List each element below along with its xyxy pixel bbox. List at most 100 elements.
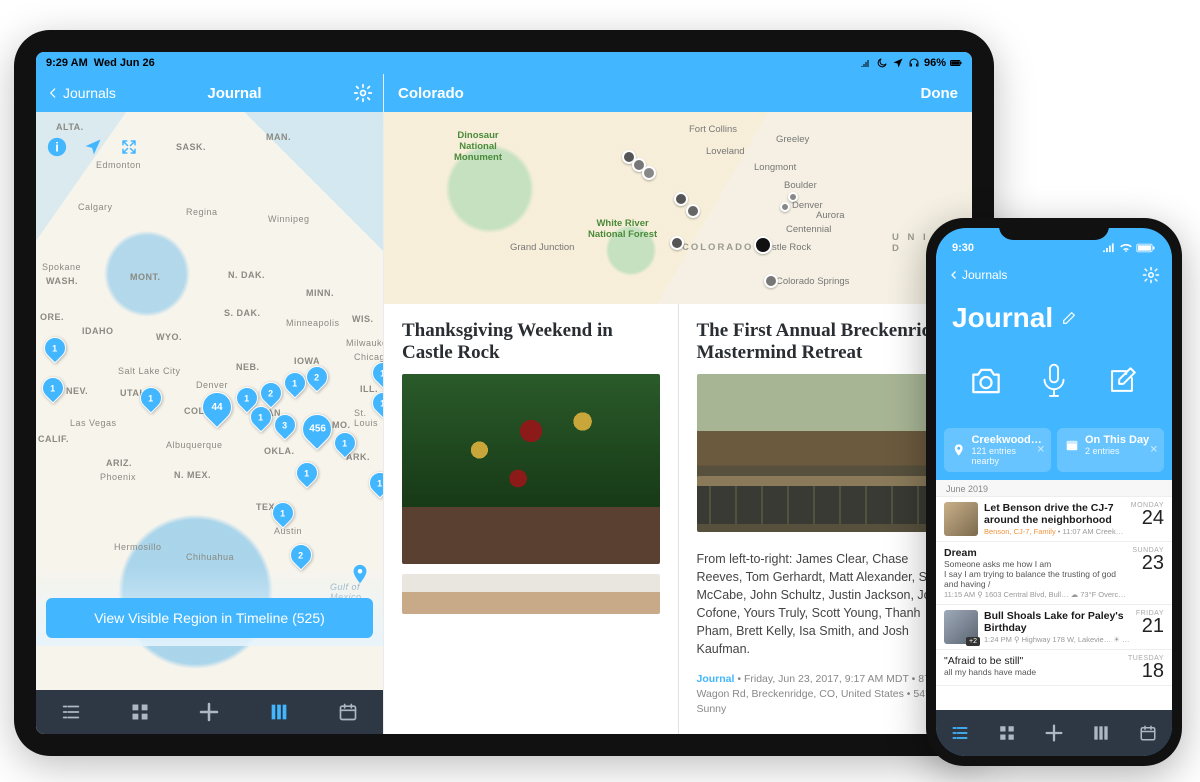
map-marker[interactable] — [780, 202, 790, 212]
map-label: Edmonton — [96, 160, 141, 170]
calendar-icon — [1065, 438, 1079, 452]
done-button[interactable]: Done — [921, 85, 959, 102]
map-marker[interactable] — [674, 192, 688, 206]
tab-map-icon[interactable] — [1089, 721, 1113, 745]
tab-grid-icon[interactable] — [126, 698, 154, 726]
map-pin[interactable]: 1 — [37, 372, 68, 403]
map-label: IDAHO — [82, 326, 114, 336]
chip-subtitle: 121 entries nearby — [971, 446, 1043, 466]
status-time: 9:30 — [952, 242, 974, 254]
entry-cards: Thanksgiving Weekend in Castle Rock The … — [384, 304, 972, 734]
gear-icon[interactable] — [1142, 266, 1160, 284]
map-label: ALTA. — [56, 122, 84, 132]
compose-button[interactable] — [1099, 358, 1145, 404]
entry-meta: Benson, CJ-7, Family • 11:07 AM Creekwoo… — [984, 527, 1125, 536]
map-pin[interactable]: 2 — [301, 361, 332, 392]
map-label: ORE. — [40, 312, 64, 322]
map-label: Minneapolis — [286, 318, 340, 328]
journal-link[interactable]: Journal — [697, 673, 735, 685]
tab-grid-icon[interactable] — [995, 721, 1019, 745]
quick-actions — [936, 340, 1172, 428]
map-pin[interactable]: 1 — [364, 467, 383, 498]
entry-card[interactable]: Thanksgiving Weekend in Castle Rock — [384, 304, 679, 734]
map-right[interactable]: Dinosaur National Monument White River N… — [384, 112, 972, 304]
location-arrow-icon[interactable] — [80, 134, 106, 160]
map-label: Spokane — [42, 262, 81, 272]
map-pin[interactable]: 1 — [39, 332, 70, 363]
info-icon[interactable]: i — [44, 134, 70, 160]
microphone-button[interactable] — [1031, 358, 1077, 404]
map-label: Milwaukee — [346, 338, 383, 348]
chip-nearby[interactable]: Creekwood…121 entries nearby ✕ — [944, 428, 1051, 472]
map-pin[interactable]: 1 — [291, 457, 322, 488]
entry-daynum: 24 — [1131, 509, 1164, 527]
map-pin[interactable]: 44 — [196, 386, 238, 428]
map-label: Aurora — [816, 210, 845, 221]
entry-photo — [402, 574, 660, 614]
tab-list-icon[interactable] — [57, 698, 85, 726]
back-label: Journals — [63, 85, 116, 101]
view-region-label: View Visible Region in Timeline (525) — [94, 610, 325, 626]
map-pin[interactable]: 2 — [255, 377, 286, 408]
feed-entry[interactable]: Let Benson drive the CJ-7 around the nei… — [936, 497, 1172, 542]
iphone-nav-bar: Journals — [936, 262, 1172, 288]
entry-body: From left-to-right: James Clear, Chase R… — [697, 550, 955, 659]
map-label: Dinosaur National Monument — [454, 130, 502, 163]
map-label: N. MEX. — [174, 470, 211, 480]
map-marker[interactable] — [788, 192, 798, 202]
feed-entry[interactable]: Bull Shoals Lake for Paley's Birthday 1:… — [936, 605, 1172, 650]
chip-title: Creekwood… — [971, 434, 1043, 446]
map-label: NEB. — [236, 362, 260, 372]
expand-icon[interactable] — [116, 134, 142, 160]
entry-daynum: 23 — [1132, 554, 1164, 572]
back-button[interactable]: Journals — [46, 85, 116, 101]
status-date: Wed Jun 26 — [94, 57, 155, 69]
tab-map-icon[interactable] — [265, 698, 293, 726]
map-marker[interactable] — [670, 236, 684, 250]
map-marker[interactable] — [686, 204, 700, 218]
feed-entry[interactable]: Dream Someone asks me how I am I say I a… — [936, 542, 1172, 605]
entry-title: "Afraid to be still" — [944, 655, 1122, 667]
back-label: Journals — [962, 268, 1007, 282]
tab-add-icon[interactable] — [195, 698, 223, 726]
map-label: Boulder — [784, 180, 817, 191]
battery-percent: 96% — [924, 57, 946, 69]
tab-calendar-icon[interactable] — [1136, 721, 1160, 745]
map-marker[interactable] — [754, 236, 772, 254]
close-icon[interactable]: ✕ — [1150, 445, 1158, 456]
close-icon[interactable]: ✕ — [1037, 445, 1045, 456]
tab-list-icon[interactable] — [948, 721, 972, 745]
tab-calendar-icon[interactable] — [334, 698, 362, 726]
map-label: Grand Junction — [510, 242, 574, 253]
view-region-button[interactable]: View Visible Region in Timeline (525) — [46, 598, 373, 638]
tab-add-icon[interactable] — [1042, 721, 1066, 745]
map-left[interactable]: ALTA. SASK. MAN. Edmonton Calgary Regina… — [36, 112, 383, 690]
entry-photo — [697, 374, 955, 532]
right-nav-title: Colorado — [398, 85, 464, 102]
edit-icon[interactable] — [1061, 310, 1077, 326]
map-label: SASK. — [176, 142, 206, 152]
back-button[interactable]: Journals — [948, 268, 1007, 282]
feed-entry[interactable]: "Afraid to be still" all my hands have m… — [936, 650, 1172, 686]
gear-icon[interactable] — [353, 83, 373, 103]
iphone-tab-bar — [936, 710, 1172, 756]
current-location-icon[interactable] — [349, 563, 371, 590]
chip-on-this-day[interactable]: On This Day2 entries ✕ — [1057, 428, 1164, 472]
map-label: ARIZ. — [106, 458, 132, 468]
right-pane: Colorado Done Dinosaur National Monument… — [383, 74, 972, 734]
map-marker[interactable] — [764, 274, 778, 288]
map-label: Denver — [196, 380, 228, 390]
map-label: MINN. — [306, 288, 334, 298]
camera-button[interactable] — [963, 358, 1009, 404]
map-label: Regina — [186, 207, 218, 217]
signal-icon — [860, 57, 872, 69]
map-pin[interactable]: 456 — [296, 408, 338, 450]
feed-section-header: June 2019 — [936, 480, 1172, 497]
map-marker[interactable] — [642, 166, 656, 180]
entry-title: Thanksgiving Weekend in Castle Rock — [402, 320, 660, 364]
moon-icon — [876, 57, 888, 69]
entry-title: The First Annual Breckenridge Mastermind… — [697, 320, 955, 364]
entry-feed[interactable]: June 2019 Let Benson drive the CJ-7 arou… — [936, 480, 1172, 710]
map-label: Salt Lake City — [118, 366, 181, 376]
map-label: stle Rock — [772, 242, 811, 253]
